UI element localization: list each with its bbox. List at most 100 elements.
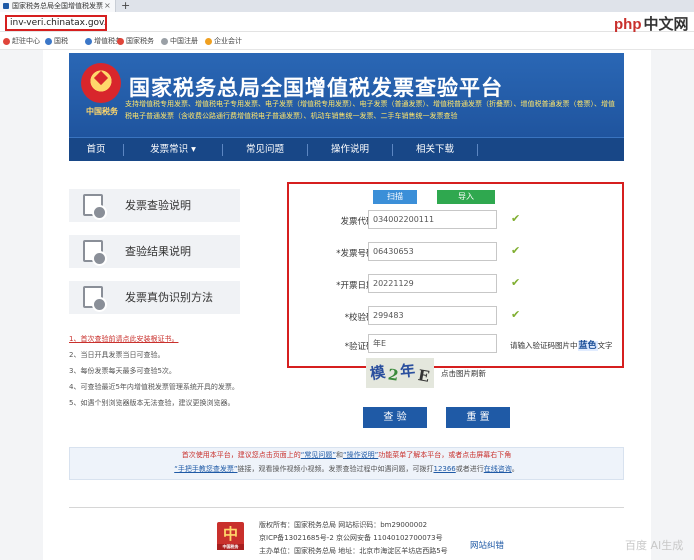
reset-button[interactable]: 重 置 [446, 407, 510, 428]
nav-faq-label: 常见问题 [245, 144, 284, 155]
import-tab-button[interactable]: 导入 [437, 190, 495, 204]
left-nav-result-guide[interactable]: 查验结果说明 [69, 235, 240, 268]
notice-text: 首次使用本平台，建议您点击页面上的 [181, 451, 301, 459]
notice-text: 和 [336, 451, 343, 459]
footer-logo-glyph: 中 [222, 525, 238, 543]
bookmark-favicon-icon [205, 38, 212, 45]
bookmark-item[interactable]: 中国注册 [160, 35, 198, 48]
notice-hotline-link[interactable]: 12366 [433, 465, 455, 473]
bookmark-favicon-icon [117, 38, 124, 45]
address-bar: inv-veri.chinatax.gov.cn/ php中文网 [0, 12, 694, 33]
bookmark-label: 国家税务 [126, 37, 154, 45]
note-install-certificate-link[interactable]: 1、首次查验前请点此安装根证书。 [69, 331, 279, 347]
notice-line-1: 首次使用本平台，建议您点击页面上的“常见问题”和“操作说明”功能菜单了解本平台，… [70, 448, 623, 462]
left-nav-verify-guide[interactable]: 发票查验说明 [69, 189, 240, 222]
left-nav-authenticity-guide[interactable]: 发票真伪识别方法 [69, 281, 240, 314]
browser-tab[interactable]: 国家税务总局全国增值税发票 × [0, 0, 116, 12]
watermark-cn: 中文网 [643, 16, 689, 33]
nav-invoice-knowledge-label: 发票常识 [150, 144, 189, 155]
emblem-caption: 中国税务 [86, 107, 118, 116]
footer-logo: 中中国税务 [217, 522, 244, 550]
url-input[interactable]: inv-veri.chinatax.gov.cn/ [5, 15, 107, 31]
bookmark-item[interactable]: 国税 [44, 35, 68, 48]
nav-downloads-label: 相关下载 [415, 144, 454, 155]
notice-online-consult-link[interactable]: 在线咨询 [484, 465, 512, 473]
issue-date-input[interactable]: 20221129 [368, 274, 497, 293]
main-nav: 首页 发票常识 ▾ 常见问题 操作说明 相关下载 [69, 137, 624, 161]
invoice-number-input[interactable]: 06430653 [368, 242, 497, 261]
verify-button[interactable]: 查 验 [363, 407, 427, 428]
bookmark-label: 中国注册 [170, 37, 198, 45]
bookmark-favicon-icon [161, 38, 168, 45]
left-nav-label: 发票真伪识别方法 [125, 291, 213, 304]
check-code-input[interactable]: 299483 [368, 306, 497, 325]
nav-home[interactable]: 首页 [69, 138, 123, 161]
note-item: 3、每份发票每天最多可查验5次。 [69, 367, 176, 375]
notice-text: 功能菜单了解本平台，或者点击屏幕右下角 [378, 451, 512, 459]
magnifier-document-icon [83, 194, 107, 220]
ai-watermark: 百度 AI生成 [625, 539, 684, 552]
new-tab-button[interactable]: + [121, 0, 130, 12]
notice-text: 或者进行 [455, 465, 484, 473]
notice-faq-link[interactable]: “常见问题” [301, 451, 336, 459]
invoice-code-input[interactable]: 034002200111 [368, 210, 497, 229]
nav-instructions[interactable]: 操作说明 [308, 138, 392, 161]
captcha-char: 模 [368, 362, 387, 384]
bookmark-item[interactable]: 企业会计 [204, 35, 242, 48]
notice-text: 。 [511, 465, 519, 473]
nav-faq[interactable]: 常见问题 [223, 138, 307, 161]
captcha-input[interactable]: 年E [368, 334, 497, 353]
captcha-char: 2 [386, 365, 400, 385]
tax-emblem-icon [81, 63, 121, 103]
bookmark-item[interactable]: 国家税务 [116, 35, 154, 48]
bookmark-label: 企业会计 [214, 37, 242, 45]
site-header: 中国税务 国家税务总局全国增值税发票查验平台 支持增值税专用发票、增值税电子专用… [69, 53, 624, 161]
notice-text: 链接，观看操作视频小视频。发票查验过程中如遇问题，可拨打 [237, 465, 434, 473]
scan-tab-button[interactable]: 扫描 [373, 190, 417, 204]
captcha-hint: 请输入验证码图片中蓝色文字 [510, 338, 613, 351]
note-item: 5、如遇个别浏览器版本无法查验，建议更换浏览器。 [69, 399, 235, 407]
footer-divider [69, 507, 624, 508]
tab-close-icon[interactable]: × [104, 0, 111, 12]
nav-downloads[interactable]: 相关下载 [393, 138, 477, 161]
captcha-image[interactable]: 模2年E [366, 358, 434, 388]
captcha-char: 年 [399, 361, 416, 381]
invoice-verify-form: 扫描 导入 发票代码： 034002200111 ✔ *发票号码： 064306… [287, 182, 624, 368]
bookmark-label: 赶驻中心 [12, 37, 40, 45]
browser-tab-strip: 国家税务总局全国增值税发票 × + [0, 0, 694, 12]
check-icon: ✔ [511, 212, 521, 225]
captcha-char: E [416, 366, 431, 386]
captcha-refresh-link[interactable]: 点击图片刷新 [441, 368, 486, 379]
notice-video-link[interactable]: “手把手教您查发票” [174, 465, 237, 473]
check-icon: ✔ [511, 276, 521, 289]
notice-instructions-link[interactable]: “操作说明” [343, 451, 378, 459]
browser-tab-title: 国家税务总局全国增值税发票 [12, 2, 103, 10]
check-icon: ✔ [511, 308, 521, 321]
footer-icp: 京ICP备13021685号-2 京公网安备 11040102700073号 [259, 534, 443, 542]
nav-separator [477, 144, 478, 156]
nav-instructions-label: 操作说明 [330, 144, 369, 155]
usage-notes: 1、首次查验前请点此安装根证书。 2、当日开具发票当日可查验。 3、每份发票每天… [69, 331, 279, 411]
bookmarks-bar: 赶驻中心 国税 增值税务 国家税务 中国注册 企业会计 [0, 33, 694, 50]
note-item: 2、当日开具发票当日可查验。 [69, 351, 165, 359]
captcha-hint-suffix: 文字 [597, 341, 613, 350]
bookmark-favicon-icon [45, 38, 52, 45]
chevron-down-icon: ▾ [191, 144, 196, 155]
captcha-hint-color: 蓝色 [577, 341, 598, 351]
captcha-hint-text: 请输入验证码图片中 [510, 341, 578, 350]
nav-invoice-knowledge[interactable]: 发票常识 ▾ [124, 138, 222, 161]
bookmark-item[interactable]: 赶驻中心 [2, 35, 40, 48]
check-icon: ✔ [511, 244, 521, 257]
left-nav-label: 查验结果说明 [125, 245, 191, 258]
nav-home-label: 首页 [86, 144, 106, 155]
bookmark-label: 国税 [54, 37, 68, 45]
site-error-report-link[interactable]: 网站纠错 [470, 539, 504, 551]
bookmark-favicon-icon [85, 38, 92, 45]
note-item: 4、可查验最近5年内增值税发票管理系统开具的发票。 [69, 383, 239, 391]
left-nav-label: 发票查验说明 [125, 199, 191, 212]
watermark-brand: php [614, 16, 642, 33]
footer-address: 主办单位：国家税务总局 地址：北京市海淀区羊坊店西路5号 [259, 547, 448, 555]
bookmark-favicon-icon [3, 38, 10, 45]
footer-copyright: 版权所有：国家税务总局 网站标识码：bm29000002 [259, 521, 428, 529]
site-favicon-icon [3, 3, 9, 9]
